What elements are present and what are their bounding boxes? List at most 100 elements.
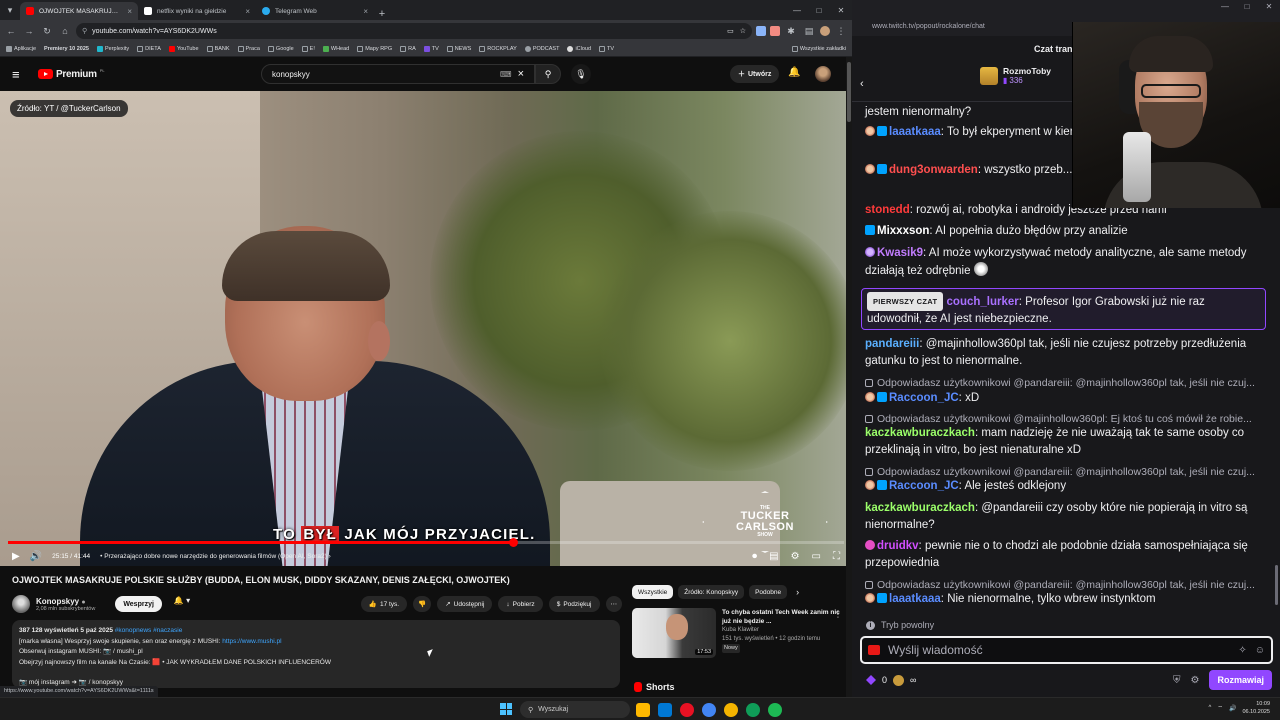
download-button[interactable]: ↓ Pobierz bbox=[498, 596, 543, 612]
chrome-menu-icon[interactable]: ⋮ bbox=[834, 26, 848, 37]
chat-username[interactable]: Kwasik9 bbox=[877, 247, 923, 259]
bookmark-item[interactable]: Premiery 10 2025 bbox=[44, 46, 89, 52]
notifications-bell-icon[interactable]: 🔔 bbox=[788, 67, 800, 78]
chrome-icon[interactable] bbox=[702, 703, 716, 717]
sub-badge-icon[interactable] bbox=[865, 247, 875, 257]
reply-context[interactable]: Odpowiadasz użytkownikowi @pandareiii: @… bbox=[865, 376, 1265, 390]
chrome-canary-icon[interactable] bbox=[746, 703, 760, 717]
extension-icon[interactable] bbox=[756, 26, 766, 36]
search-input[interactable]: konopskyy ⌨ × bbox=[261, 64, 535, 84]
tab-close-icon[interactable]: × bbox=[127, 7, 132, 16]
back-arrow-icon[interactable]: ← bbox=[4, 26, 18, 36]
tab-close-icon[interactable]: × bbox=[363, 7, 368, 16]
chat-username[interactable]: Raccoon_JC bbox=[889, 392, 959, 404]
network-icon[interactable]: ⌔ bbox=[1217, 704, 1223, 712]
prime-badge-icon[interactable] bbox=[865, 225, 875, 235]
emote-picker-icon[interactable]: ☺ bbox=[1255, 645, 1265, 656]
chip-all[interactable]: Wszystkie bbox=[632, 585, 674, 599]
spotify-icon[interactable] bbox=[768, 703, 782, 717]
voice-search-button[interactable]: 🎙 bbox=[571, 64, 591, 84]
hamburger-menu-icon[interactable]: ≡ bbox=[12, 67, 32, 82]
chat-scrollbar[interactable] bbox=[1275, 565, 1278, 605]
home-icon[interactable]: ⌂ bbox=[58, 26, 72, 36]
chat-message[interactable]: Raccoon_JC: Ale jesteś odklejony bbox=[865, 478, 1265, 495]
bookmark-folder[interactable]: RA bbox=[400, 46, 416, 52]
all-bookmarks-button[interactable]: Wszystkie zakładki bbox=[791, 46, 846, 52]
gift-leaderboard[interactable]: RozmoToby 336 bbox=[980, 66, 1051, 85]
address-bar[interactable]: ⚲ youtube.com/watch?v=AYS6DK2UWWs ▭ ☆ bbox=[76, 23, 752, 39]
bookmark-folder[interactable]: ROCKPLAY bbox=[479, 46, 517, 52]
chat-input[interactable] bbox=[888, 643, 1231, 657]
cast-icon[interactable]: ▭ bbox=[727, 27, 734, 35]
bookmark-folder[interactable]: E! bbox=[301, 46, 315, 52]
chat-username[interactable]: laaatkaaa bbox=[889, 126, 941, 138]
chat-username[interactable]: couch_lurker bbox=[947, 296, 1019, 308]
theater-mode-icon[interactable]: ▭ bbox=[812, 551, 821, 562]
taskbar-search[interactable]: ⚲ Wyszukaj bbox=[520, 701, 630, 718]
bookmark-folder[interactable]: TV bbox=[599, 46, 614, 52]
recommended-title[interactable]: To chyba ostatni Tech Week zanim nic już… bbox=[722, 608, 842, 626]
bookmark-folder[interactable]: NEWS bbox=[446, 46, 471, 52]
subscription-bell-icon[interactable]: 🔔 ▾ bbox=[168, 596, 196, 612]
recommended-thumbnail[interactable]: 17:53 bbox=[632, 608, 716, 658]
chevron-right-icon[interactable]: › bbox=[796, 587, 799, 597]
chat-username[interactable]: pandareiii bbox=[865, 338, 919, 350]
bits-icon[interactable] bbox=[893, 674, 905, 686]
reading-list-icon[interactable]: ▤ bbox=[802, 26, 816, 37]
bookmark-item[interactable]: TV bbox=[423, 46, 439, 52]
close-window-button[interactable]: ✕ bbox=[830, 6, 852, 15]
chat-username[interactable]: dung3onwarden bbox=[889, 164, 978, 176]
more-actions-button[interactable]: ⋯ bbox=[605, 596, 622, 612]
chat-message[interactable]: laaatkaaa: Nie nienormalne, tylko wbrew … bbox=[865, 591, 1265, 608]
file-explorer-icon[interactable] bbox=[636, 703, 650, 717]
bookmark-item[interactable]: WHead bbox=[322, 46, 349, 52]
youtube-premium-logo[interactable]: Premium PL bbox=[38, 68, 105, 80]
bookmark-folder[interactable]: Google bbox=[267, 46, 294, 52]
tab-telegram[interactable]: Telegram Web × bbox=[256, 2, 374, 20]
windows-start-icon[interactable] bbox=[500, 703, 512, 715]
forward-arrow-icon[interactable]: → bbox=[22, 26, 36, 36]
bookmark-folder[interactable]: Mapy RPG bbox=[357, 46, 392, 52]
chapter-title[interactable]: • Przerażająco dobre nowe narzędzie do g… bbox=[100, 553, 331, 560]
shield-icon[interactable]: ⛨ bbox=[1173, 675, 1181, 686]
prime-badge-icon[interactable] bbox=[877, 126, 887, 136]
mushi-link[interactable]: https://www.mushi.pl bbox=[222, 638, 281, 645]
settings-gear-icon[interactable]: ⚙ bbox=[1191, 675, 1200, 686]
sticky-notes-icon[interactable] bbox=[724, 703, 738, 717]
chip-source-channel[interactable]: Źródło: Konopskyy bbox=[678, 585, 745, 599]
bookmark-item[interactable]: Perplexity bbox=[96, 46, 129, 52]
chat-username[interactable]: druidkv bbox=[877, 540, 919, 552]
recommended-video[interactable]: 17:53 To chyba ostatni Tech Week zanim n… bbox=[632, 608, 842, 658]
emote-badge-icon[interactable] bbox=[865, 593, 875, 603]
chat-username[interactable]: Mixxxson bbox=[877, 225, 929, 237]
chat-username[interactable]: kaczkawburaczkach bbox=[865, 502, 975, 514]
dislike-button[interactable]: 👎 bbox=[413, 596, 432, 612]
heart-badge-icon[interactable] bbox=[865, 540, 875, 550]
account-avatar[interactable] bbox=[815, 66, 831, 82]
bookmark-apps[interactable]: Aplikacje bbox=[6, 46, 36, 52]
more-vertical-icon[interactable]: ⋮ bbox=[834, 610, 842, 619]
clock[interactable]: 10:09 06.10.2025 bbox=[1242, 700, 1270, 716]
video-player[interactable]: Źródło: YT / @TuckerCarlson TO BYŁ JAK M… bbox=[0, 91, 852, 566]
reply-context[interactable]: Odpowiadasz użytkownikowi @pandareiii: @… bbox=[865, 465, 1265, 479]
tab-youtube-video[interactable]: OJWOJTEK MASAKRUJE POLSKIE × bbox=[20, 2, 138, 20]
tab-google-search[interactable]: netflix wyniki na giełdzie × bbox=[138, 2, 256, 20]
channel-name[interactable]: Konopskyy ● bbox=[36, 597, 95, 606]
extensions-puzzle-icon[interactable]: ✱ bbox=[784, 26, 798, 37]
tab-search-button[interactable]: ▾ bbox=[0, 0, 20, 20]
minimize-button[interactable]: — bbox=[1214, 2, 1236, 11]
bookmark-item[interactable]: PODCAST bbox=[524, 46, 559, 52]
emote-badge-icon[interactable] bbox=[865, 392, 875, 402]
tab-close-icon[interactable]: × bbox=[245, 7, 250, 16]
prime-badge-icon[interactable] bbox=[877, 164, 887, 174]
share-button[interactable]: ↗ Udostępnij bbox=[437, 596, 493, 612]
tray-chevron-icon[interactable]: ^ bbox=[1209, 705, 1212, 711]
subtitles-icon[interactable]: ▤ bbox=[769, 551, 778, 562]
volume-icon[interactable]: 🔊 bbox=[30, 551, 42, 562]
reply-context[interactable]: Odpowiadasz użytkownikowi @pandareiii: @… bbox=[865, 578, 1265, 592]
close-window-button[interactable]: ✕ bbox=[1258, 2, 1280, 11]
play-icon[interactable]: ▶ bbox=[12, 551, 20, 562]
fullscreen-icon[interactable]: ⛶ bbox=[833, 551, 840, 562]
new-tab-button[interactable]: + bbox=[374, 8, 390, 20]
edge-icon[interactable] bbox=[658, 703, 672, 717]
